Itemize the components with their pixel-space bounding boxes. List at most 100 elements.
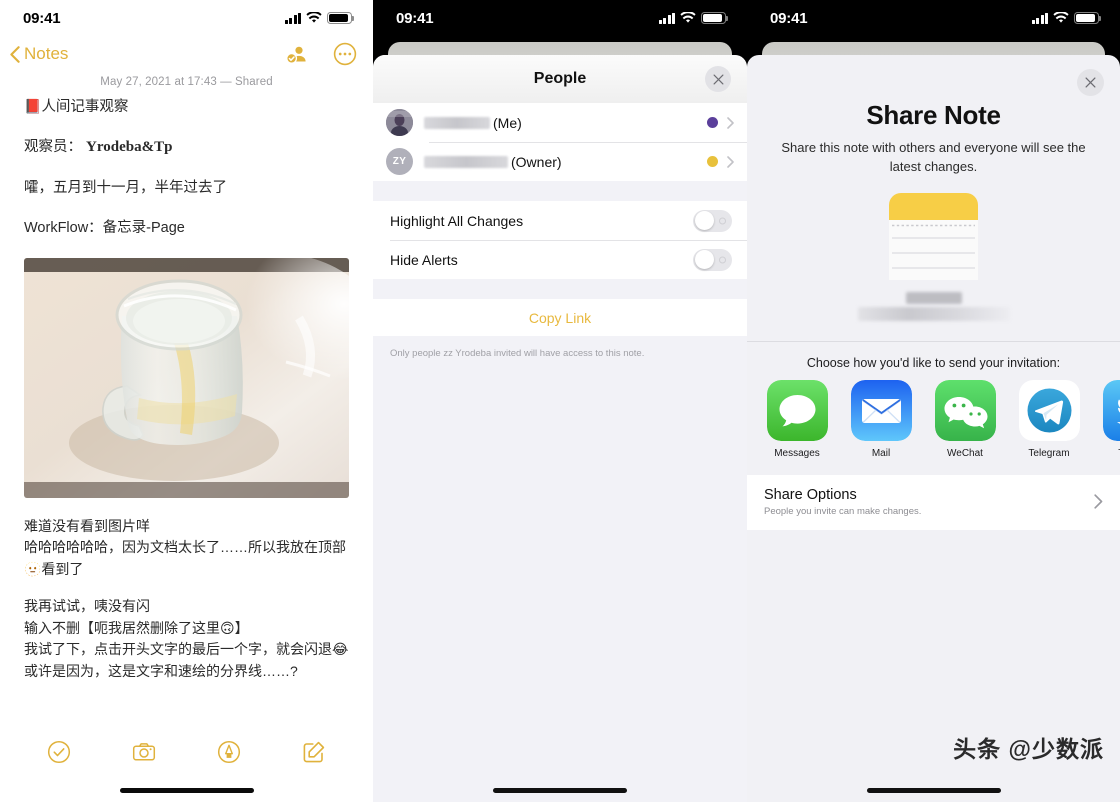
switch-knob [694, 250, 714, 269]
close-icon [1085, 77, 1096, 88]
wifi-icon [1053, 12, 1069, 24]
app-label: Telegram [1028, 447, 1070, 459]
share-app-telegram[interactable]: Telegram [1016, 379, 1082, 459]
list-item[interactable]: (Me) [373, 103, 747, 142]
checkmark-circle-icon[interactable] [47, 740, 71, 764]
person-checkmark-icon[interactable] [285, 42, 309, 66]
note-tail-text: 难道没有看到图片咩 哈哈哈哈哈哈，因为文档太长了……所以我放在顶部 🫥看到了 我… [0, 498, 373, 683]
tail-line-6: 我试了下，点击开头文字的最后一个字，就会闪退😂 [24, 641, 349, 658]
share-dimmed-backdrop: 09:41 Share Note Share this note with ot… [747, 0, 1120, 802]
status-time: 09:41 [770, 9, 808, 27]
observer-label: 观察员： [24, 139, 82, 156]
ellipsis-circle-icon[interactable] [333, 42, 357, 66]
status-time: 09:41 [23, 9, 61, 27]
switch-off-marker [719, 217, 726, 224]
share-app-messages[interactable]: Messages [764, 379, 830, 459]
page-title: Share Note [866, 100, 1001, 130]
toggle-highlight-all-changes[interactable]: Highlight All Changes [373, 201, 747, 240]
chevron-right-icon [727, 116, 734, 129]
note-line-workflow: WorkFlow：备忘录-Page [24, 219, 185, 236]
section-gap [373, 181, 747, 201]
cellular-signal-icon [1031, 12, 1048, 24]
panel-share-note-sheet: 09:41 Share Note Share this note with ot… [747, 0, 1120, 802]
copy-link-button[interactable]: Copy Link [373, 299, 747, 336]
section-gap [373, 279, 747, 299]
redacted-name [424, 155, 508, 168]
people-sheet-header: People [373, 55, 747, 103]
switch[interactable] [693, 248, 732, 271]
people-title: People [533, 70, 587, 87]
back-to-notes-button[interactable]: Notes [10, 44, 68, 64]
note-line-period: 嚯，五月到十一月，半年过去了 [24, 179, 227, 196]
compose-icon[interactable] [302, 740, 326, 764]
back-label: Notes [24, 44, 69, 63]
share-subtitle: Share this note with others and everyone… [781, 140, 1086, 174]
app-label: WeChat [947, 447, 983, 459]
list-item[interactable]: ZY (Owner) [373, 142, 747, 181]
note-thumbnail-block [747, 177, 1120, 321]
observer-name: Yrodeba&Tp [86, 139, 173, 156]
avatar-initials: ZY [392, 156, 407, 167]
note-body: 📕人间记事观察 观察员： Yrodeba&Tp 嚯，五月到十一月，半年过去了 W… [0, 96, 373, 239]
share-app-wechat[interactable]: WeChat [932, 379, 998, 459]
toggle-label: Highlight All Changes [390, 212, 524, 229]
switch[interactable] [693, 209, 732, 232]
battery-icon [327, 12, 355, 24]
panel-people-sheet: 09:41 People (Me) ZY (Owner) Highlight A… [373, 0, 747, 802]
glass-jar-photo-image [24, 257, 349, 498]
member-name-owner: (Owner) [424, 154, 707, 170]
people-dimmed-backdrop: 09:41 People (Me) ZY (Owner) Highlight A… [373, 0, 747, 802]
people-footer-note: Only people zz Yrodeba invited will have… [373, 336, 747, 361]
redacted-note-title [905, 291, 962, 304]
toggle-label: Hide Alerts [390, 251, 458, 268]
app-label: Messages [774, 447, 820, 459]
messages-icon [766, 379, 828, 441]
screenshot-stage: 09:41 Notes May 27, 2021 at 17:43 — Shar… [0, 0, 1120, 802]
note-line-title: 📕人间记事观察 [24, 96, 349, 118]
status-time: 09:41 [396, 9, 434, 27]
cellular-signal-icon [284, 12, 301, 24]
tail-line-5: 输入不删【呃我居然删除了这里🙃】 [24, 619, 249, 636]
share-options-row[interactable]: Share Options People you invite can make… [747, 474, 1120, 530]
camera-icon[interactable] [132, 740, 156, 764]
chevron-left-icon [10, 45, 20, 63]
tail-line-0: 难道没有看到图片咩 [24, 517, 150, 534]
share-options-text: Share Options People you invite can make… [764, 487, 921, 517]
toggle-hide-alerts[interactable]: Hide Alerts [373, 240, 747, 279]
wifi-icon [306, 12, 322, 24]
note-photo[interactable] [24, 257, 349, 498]
tail-line-4: 我再试试，咦没有闪 [24, 597, 150, 614]
share-app-twitter[interactable]: Twitter [1100, 379, 1120, 459]
markup-pen-circle-icon[interactable] [217, 740, 241, 764]
note-title-redacted [857, 291, 1010, 321]
close-share-button[interactable] [1077, 69, 1104, 96]
panel-note-detail: 09:41 Notes May 27, 2021 at 17:43 — Shar… [0, 0, 373, 802]
member-suffix: (Owner) [511, 153, 562, 170]
avatar: ZY [386, 148, 413, 175]
member-name-me: (Me) [424, 115, 707, 131]
member-color-dot [707, 117, 718, 128]
people-sheet: People (Me) ZY (Owner) Highlight All Cha… [373, 55, 747, 802]
cellular-signal-icon [658, 12, 675, 24]
twitter-icon [1102, 379, 1120, 441]
avatar [386, 109, 413, 136]
member-color-dot [707, 156, 718, 167]
battery-icon [701, 12, 729, 24]
note-title-text: 人间记事观察 [41, 99, 129, 115]
switch-knob [694, 211, 714, 230]
wifi-icon [680, 12, 696, 24]
status-bar-people: 09:41 [373, 0, 747, 36]
close-people-button[interactable] [705, 66, 731, 92]
share-app-mail[interactable]: Mail [848, 379, 914, 459]
switch-off-marker [719, 256, 726, 263]
tail-line-2: 🫥看到了 [24, 561, 84, 578]
tail-line-7: 或许是因为，这是文字和速绘的分界线……? [24, 662, 298, 679]
home-indicator-people [493, 788, 627, 793]
status-indicators [658, 12, 729, 24]
note-nav-actions [285, 42, 357, 66]
tail-blank-line [24, 581, 349, 596]
people-toggles-group: Highlight All Changes Hide Alerts [373, 201, 747, 279]
telegram-icon [1018, 379, 1080, 441]
chevron-right-icon [727, 155, 734, 168]
status-bar-share: 09:41 [747, 0, 1120, 36]
